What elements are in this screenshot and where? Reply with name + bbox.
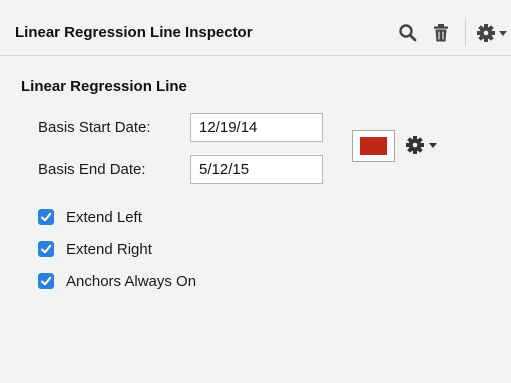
trash-icon[interactable] [430, 22, 452, 44]
section-title: Linear Regression Line [21, 78, 187, 95]
gear-icon [477, 24, 495, 42]
basis-end-date-input[interactable] [190, 155, 323, 184]
line-color-swatch[interactable] [352, 130, 395, 162]
chevron-down-icon [429, 143, 437, 148]
extend-right-label: Extend Right [66, 240, 152, 258]
anchors-always-on-checkbox[interactable] [38, 273, 54, 289]
color-options-button[interactable] [405, 133, 439, 157]
gear-menu-button[interactable] [476, 22, 510, 44]
extend-left-option[interactable]: Extend Left [38, 207, 142, 227]
basis-end-date-label: Basis End Date: [38, 161, 146, 178]
basis-start-date-input[interactable] [190, 113, 323, 142]
search-icon[interactable] [397, 22, 419, 44]
anchors-always-on-label: Anchors Always On [66, 272, 197, 290]
checkmark-icon [41, 276, 52, 286]
anchors-always-on-option[interactable]: Anchors Always On [38, 271, 196, 291]
chevron-down-icon [499, 31, 507, 36]
line-color-fill [360, 137, 387, 155]
extend-left-label: Extend Left [66, 208, 142, 226]
extend-right-checkbox[interactable] [38, 241, 54, 257]
extend-left-checkbox[interactable] [38, 209, 54, 225]
checkmark-icon [41, 212, 52, 222]
header-divider [465, 20, 466, 46]
checkmark-icon [41, 244, 52, 254]
basis-start-date-label: Basis Start Date: [38, 119, 151, 136]
inspector-title: Linear Regression Line Inspector [15, 24, 253, 41]
inspector-header: Linear Regression Line Inspector [0, 0, 511, 56]
extend-right-option[interactable]: Extend Right [38, 239, 152, 259]
gear-icon [406, 136, 424, 154]
